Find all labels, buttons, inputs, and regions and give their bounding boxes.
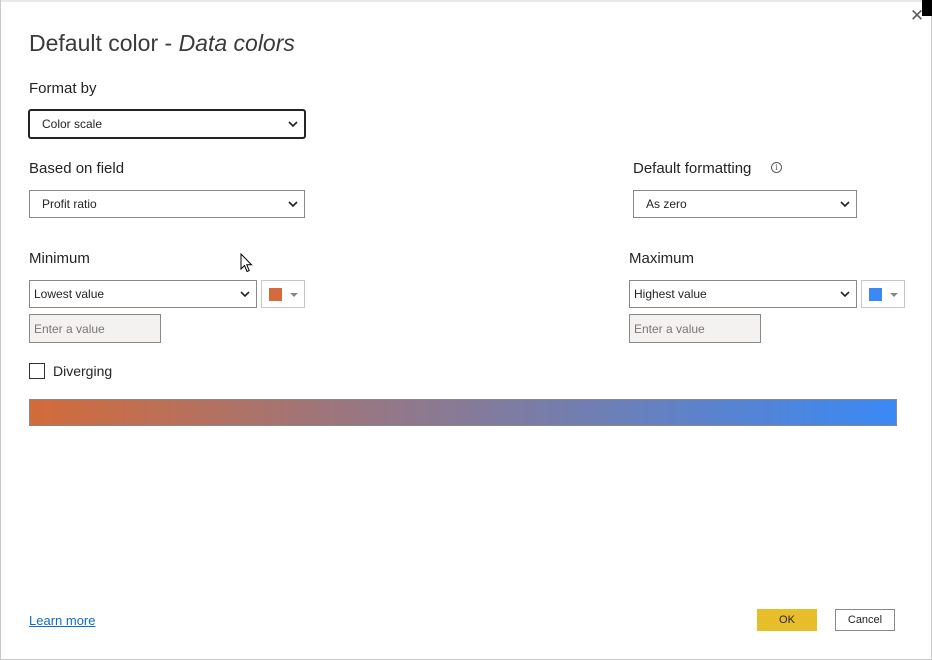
minimum-color-swatch (269, 288, 282, 301)
chevron-down-icon (240, 291, 250, 298)
dialog-title-sub: Data colors (178, 30, 295, 56)
default-formatting-dropdown[interactable]: As zero (633, 190, 857, 218)
maximum-dropdown[interactable]: Highest value (629, 280, 857, 308)
based-on-field-dropdown[interactable]: Profit ratio (29, 190, 305, 218)
based-on-field-label: Based on field (29, 160, 125, 177)
top-strip (0, 0, 932, 2)
format-by-dropdown[interactable]: Color scale (29, 110, 305, 138)
maximum-label: Maximum (629, 250, 695, 267)
cancel-button[interactable]: Cancel (835, 609, 895, 631)
diverging-checkbox[interactable] (29, 363, 45, 379)
minimum-label: Minimum (29, 250, 90, 267)
maximum-value: Highest value (634, 287, 707, 301)
chevron-down-icon (288, 201, 298, 208)
chevron-down-icon (840, 291, 850, 298)
based-on-field-value: Profit ratio (42, 197, 97, 211)
maximum-color-swatch (869, 288, 882, 301)
chevron-down-icon (288, 121, 298, 128)
mouse-cursor-icon (240, 253, 253, 273)
ok-button[interactable]: OK (757, 609, 817, 631)
minimum-color-picker[interactable] (261, 280, 305, 308)
caret-down-icon (290, 293, 298, 297)
diverging-label: Diverging (53, 363, 113, 379)
learn-more-link[interactable]: Learn more (29, 613, 95, 628)
maximum-color-picker[interactable] (861, 280, 905, 308)
format-by-label: Format by (29, 80, 97, 97)
dialog-border-left (0, 0, 1, 660)
info-icon[interactable]: i (771, 162, 782, 173)
caret-down-icon (890, 293, 898, 297)
minimum-value-input[interactable] (29, 314, 161, 343)
close-icon[interactable]: ✕ (908, 6, 926, 24)
default-formatting-value: As zero (646, 197, 687, 211)
maximum-value-input[interactable] (629, 314, 761, 343)
dialog-title: Default color - Data colors (29, 30, 295, 57)
minimum-value: Lowest value (34, 287, 105, 301)
minimum-dropdown[interactable]: Lowest value (29, 280, 257, 308)
format-by-value: Color scale (42, 117, 103, 131)
default-formatting-label: Default formatting (633, 160, 752, 177)
color-scale-gradient-bar (29, 399, 897, 426)
dialog-title-main: Default color - (29, 30, 179, 56)
chevron-down-icon (840, 201, 850, 208)
